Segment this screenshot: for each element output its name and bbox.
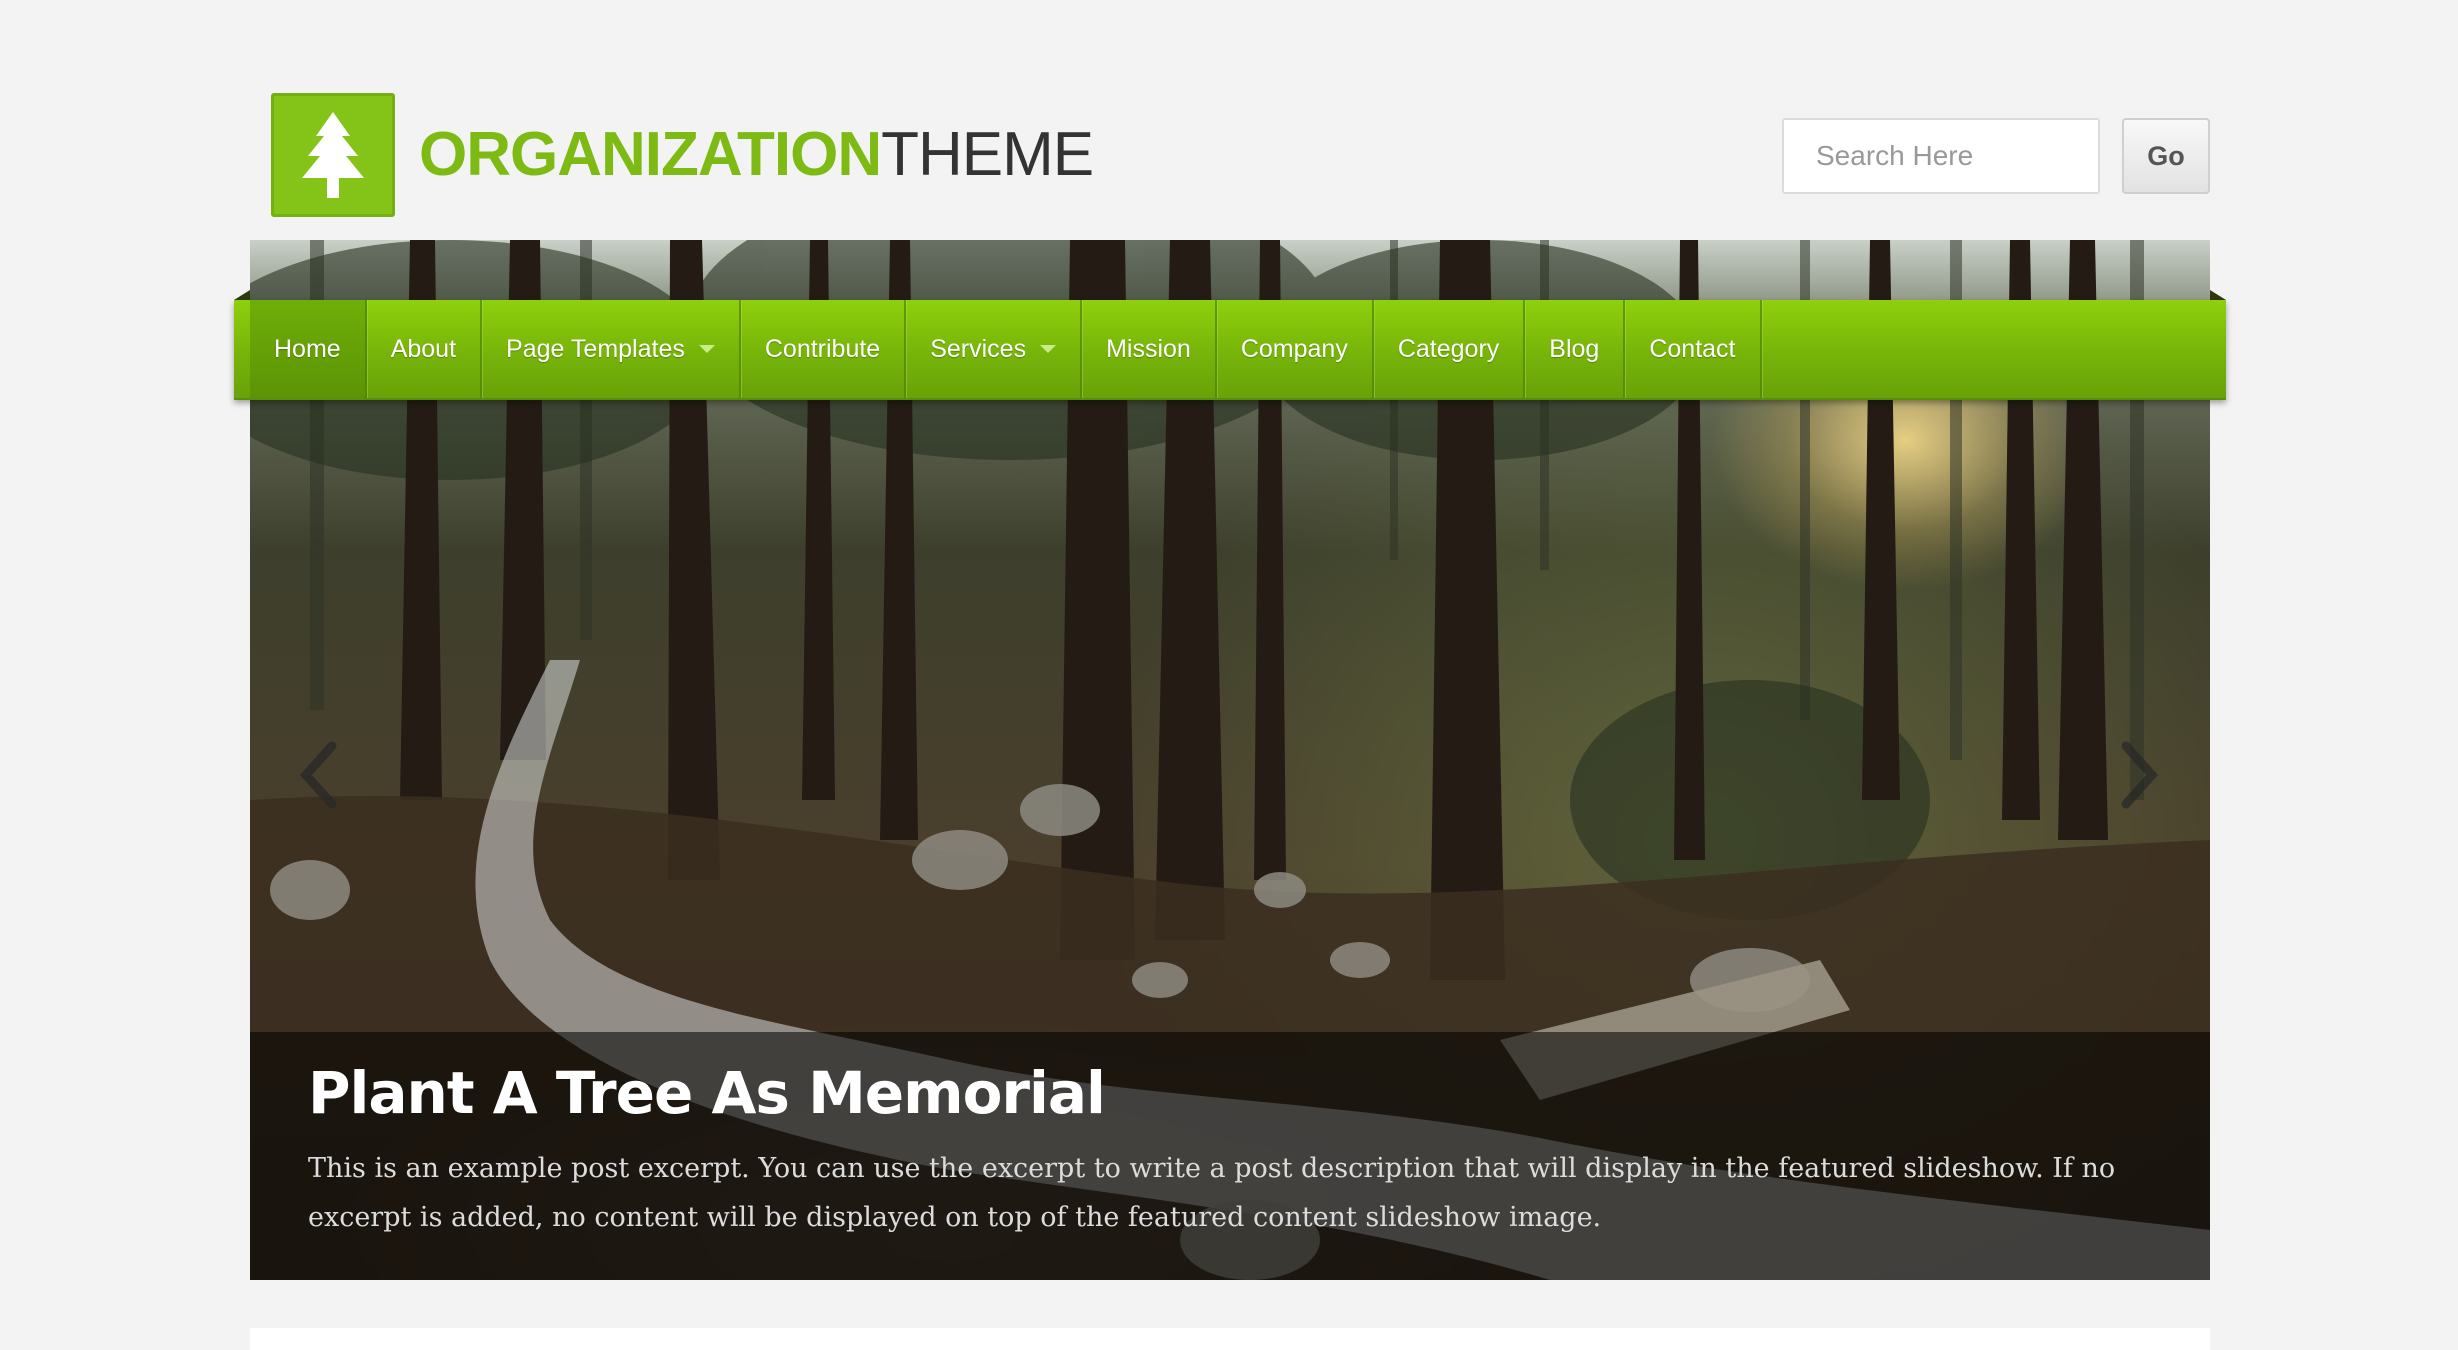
site-logo[interactable]: ORGANIZATIONTHEME [271, 93, 1094, 217]
nav-item-company[interactable]: Company [1217, 300, 1374, 398]
nav-item-label: Contribute [764, 334, 881, 363]
nav-item-mission[interactable]: Mission [1082, 300, 1217, 398]
nav-item-label: Page Templates [506, 334, 685, 363]
nav-item-label: Services [930, 334, 1027, 363]
site-title: ORGANIZATIONTHEME [419, 124, 1094, 186]
search-go-button[interactable]: Go [2122, 118, 2210, 194]
nav-item-label: Blog [1549, 334, 1600, 363]
nav-item-page-templates[interactable]: Page Templates [482, 300, 741, 398]
nav-item-category[interactable]: Category [1374, 300, 1526, 398]
slideshow-prev-button[interactable] [288, 730, 348, 820]
nav-item-about[interactable]: About [367, 300, 483, 398]
nav-item-label: Company [1240, 334, 1348, 363]
nav-item-label: Category [1397, 334, 1500, 363]
slide-excerpt: This is an example post excerpt. You can… [308, 1152, 2116, 1233]
caret-down-icon [1040, 345, 1057, 353]
slide-title[interactable]: Plant A Tree As Memorial [308, 1061, 2152, 1126]
chevron-right-icon [2121, 741, 2159, 809]
nav-item-label: Mission [1106, 334, 1191, 363]
nav-item-label: Contact [1649, 334, 1736, 363]
nav-bar: Home About Page Templates Contribute Ser… [234, 300, 2226, 400]
primary-navigation: Home About Page Templates Contribute Ser… [234, 290, 2226, 400]
nav-item-label: About [390, 334, 457, 363]
nav-item-home[interactable]: Home [250, 300, 367, 398]
search-input[interactable] [1782, 118, 2100, 194]
nav-ribbon-fold-right [2210, 290, 2226, 300]
chevron-left-icon [299, 741, 337, 809]
slideshow-next-button[interactable] [2110, 730, 2170, 820]
content-area-top [250, 1328, 2210, 1350]
nav-item-contact[interactable]: Contact [1625, 300, 1762, 398]
nav-item-services[interactable]: Services [906, 300, 1083, 398]
slide-caption: Plant A Tree As Memorial This is an exam… [250, 1032, 2210, 1280]
nav-item-blog[interactable]: Blog [1525, 300, 1626, 398]
nav-item-contribute[interactable]: Contribute [741, 300, 907, 398]
page: ORGANIZATIONTHEME Go [0, 0, 2458, 1350]
nav-item-label: Home [274, 334, 341, 363]
pine-tree-icon [271, 93, 395, 217]
site-title-primary: ORGANIZATION [419, 120, 882, 189]
nav-ribbon-fold-left [234, 290, 250, 300]
site-title-secondary: THEME [881, 120, 1094, 189]
caret-down-icon [698, 345, 715, 353]
